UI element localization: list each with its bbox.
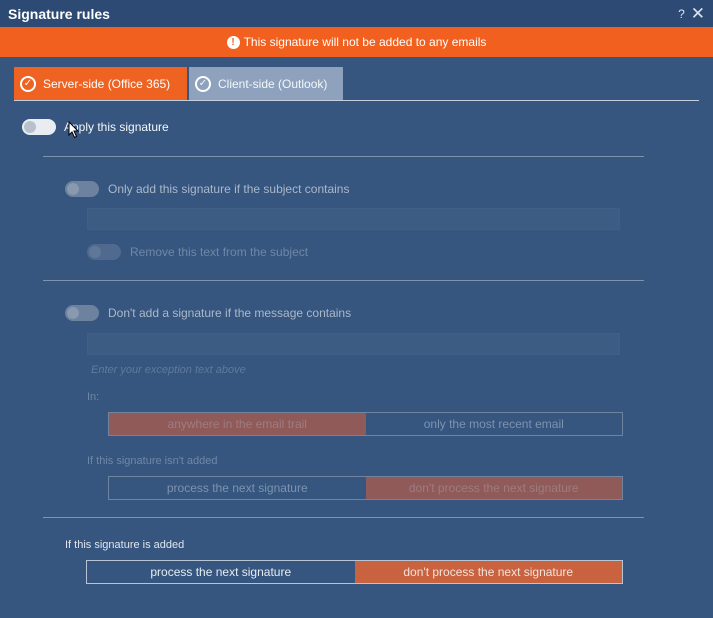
tab-label: Server-side (Office 365)	[43, 76, 171, 91]
not-added-segmented-control: process the next signature don't process…	[108, 476, 623, 500]
close-button[interactable]: ✕	[691, 5, 705, 22]
subject-text-input[interactable]	[87, 208, 620, 230]
check-circle-icon: ✓	[20, 75, 36, 92]
in-segmented-control: anywhere in the email trail only the mos…	[108, 412, 623, 436]
check-circle-icon: ✓	[195, 75, 211, 92]
added-option-dont-process[interactable]: don't process the next signature	[354, 561, 622, 583]
not-added-option-process-next[interactable]: process the next signature	[109, 477, 366, 499]
tab-client-side[interactable]: ✓ Client-side (Outlook)	[189, 67, 343, 100]
warning-banner: ! This signature will not be added to an…	[0, 27, 713, 57]
remove-text-toggle[interactable]	[87, 244, 121, 260]
tab-bar: ✓ Server-side (Office 365) ✓ Client-side…	[14, 67, 343, 100]
added-label: If this signature is added	[65, 539, 185, 551]
exception-hint: Enter your exception text above	[91, 364, 246, 376]
divider	[43, 156, 644, 157]
not-added-option-dont-process[interactable]: don't process the next signature	[365, 477, 622, 499]
subject-rule-toggle[interactable]	[65, 181, 99, 197]
added-segmented-control: process the next signature don't process…	[86, 560, 623, 584]
title-actions: ? ✕	[678, 5, 705, 22]
tab-divider	[14, 100, 699, 101]
help-button[interactable]: ?	[678, 7, 685, 21]
apply-signature-toggle[interactable]	[22, 119, 56, 135]
divider	[43, 280, 644, 281]
in-label: In:	[87, 391, 100, 403]
warning-icon: !	[226, 35, 240, 49]
in-option-most-recent[interactable]: only the most recent email	[366, 413, 623, 435]
in-option-anywhere[interactable]: anywhere in the email trail	[109, 413, 366, 435]
divider	[43, 517, 644, 518]
mouse-cursor-icon	[68, 121, 80, 139]
tab-server-side[interactable]: ✓ Server-side (Office 365)	[14, 67, 187, 100]
window-title: Signature rules	[8, 5, 110, 22]
banner-text: This signature will not be added to any …	[243, 35, 487, 49]
added-option-process-next[interactable]: process the next signature	[87, 561, 355, 583]
subject-rule-label: Only add this signature if the subject c…	[108, 182, 350, 196]
exception-text-input[interactable]	[87, 333, 620, 355]
title-bar: Signature rules ? ✕	[0, 0, 713, 27]
exception-rule-label: Don't add a signature if the message con…	[108, 306, 352, 320]
remove-text-label: Remove this text from the subject	[130, 245, 309, 259]
exception-rule-toggle[interactable]	[65, 305, 99, 321]
not-added-label: If this signature isn't added	[87, 455, 218, 467]
tab-label: Client-side (Outlook)	[218, 76, 328, 91]
